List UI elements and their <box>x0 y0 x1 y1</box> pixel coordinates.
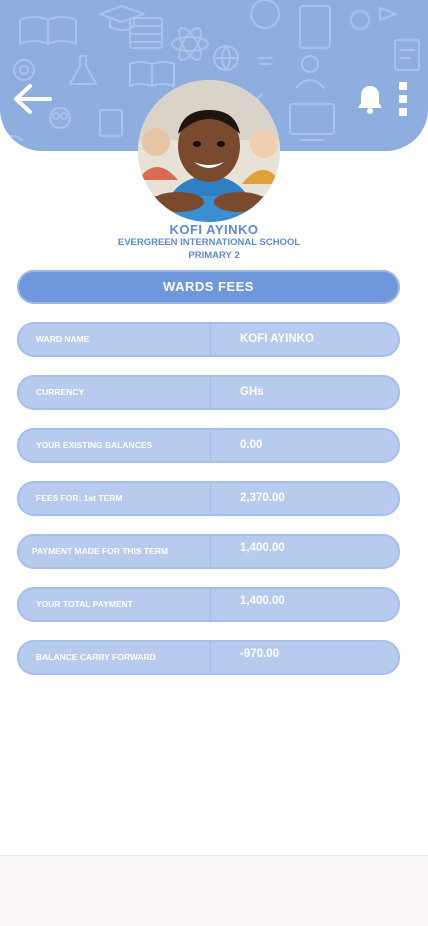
back-arrow-icon[interactable] <box>12 82 54 116</box>
fee-row-label: WARD NAME <box>36 334 90 344</box>
row-divider <box>210 377 211 408</box>
student-photo <box>138 80 280 222</box>
student-avatar <box>138 80 280 222</box>
fee-row-label: CURRENCY <box>36 387 85 397</box>
row-divider <box>210 430 211 461</box>
fee-row-label: YOUR EXISTING BALANCES <box>36 440 153 450</box>
fee-row-value: 0.00 <box>240 439 263 451</box>
row-divider <box>210 642 211 673</box>
fee-row-total-payment: YOUR TOTAL PAYMENT 1,400.00 <box>17 587 400 622</box>
fee-row-currency: CURRENCY GHs <box>17 375 400 410</box>
fee-row-label: FEES FOR: 1st TERM <box>36 493 123 503</box>
fee-row-ward-name: WARD NAME KOFI AYINKO <box>17 322 400 357</box>
student-name: KOFI AYINKO <box>169 222 259 237</box>
fee-row-value: 1,400.00 <box>240 542 285 554</box>
row-divider <box>210 324 211 355</box>
fee-row-value: 1,400.00 <box>240 595 285 607</box>
row-divider <box>210 536 211 567</box>
fee-row-term-fees: FEES FOR: 1st TERM 2,370.00 <box>17 481 400 516</box>
fee-row-payment-made: PAYMENT MADE FOR THIS TERM 1,400.00 <box>17 534 400 569</box>
fee-row-label: YOUR TOTAL PAYMENT <box>36 599 133 609</box>
wards-fees-button[interactable]: WARDS FEES <box>17 270 400 304</box>
class-name: PRIMARY 2 <box>188 250 240 261</box>
row-divider <box>210 483 211 514</box>
bottom-bar <box>0 855 428 926</box>
fee-row-value: -970.00 <box>240 648 280 660</box>
fee-row-value: KOFI AYINKO <box>240 333 314 345</box>
fee-row-label: PAYMENT MADE FOR THIS TERM <box>32 546 169 556</box>
fee-row-label: BALANCE CARRY FORWARD <box>36 652 156 662</box>
more-vertical-icon[interactable] <box>394 81 412 117</box>
fee-row-value: GHs <box>240 386 264 398</box>
bell-icon[interactable] <box>356 83 384 115</box>
fee-row-value: 2,370.00 <box>240 492 285 504</box>
row-divider <box>210 589 211 620</box>
fee-row-balance-carry-forward: BALANCE CARRY FORWARD -970.00 <box>17 640 400 675</box>
school-name: EVERGREEN INTERNATIONAL SCHOOL <box>117 237 301 248</box>
fee-row-existing-balances: YOUR EXISTING BALANCES 0.00 <box>17 428 400 463</box>
